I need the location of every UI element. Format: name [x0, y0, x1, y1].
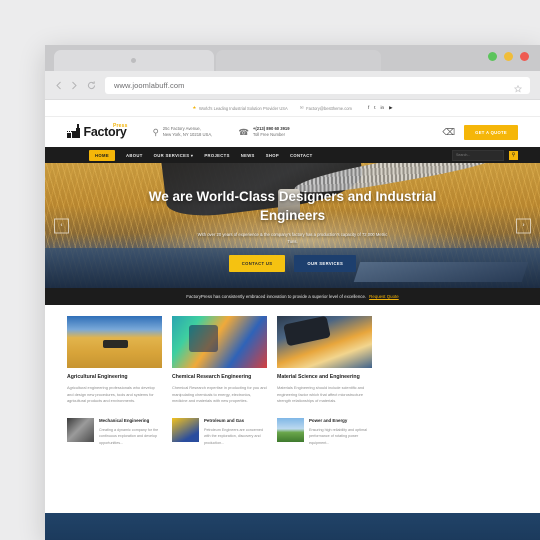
website-viewport: ★ World's Leading Industrial Solution Pr…: [45, 100, 540, 540]
window-minimize-dot[interactable]: [488, 52, 497, 61]
tagline-block: ★ World's Leading Industrial Solution Pr…: [192, 104, 288, 111]
service-mini-card[interactable]: Petroleum and Gas Petroleum Engineers ar…: [172, 418, 267, 446]
factory-icon: [67, 124, 81, 139]
service-card[interactable]: Material Science and Engineering Materia…: [277, 316, 372, 405]
forward-icon[interactable]: [71, 81, 78, 90]
gears-workers-image: [67, 418, 94, 443]
tab-favicon: [130, 58, 136, 63]
service-card-body: Materials Engineering should include sci…: [277, 384, 365, 404]
service-card-title: Material Science and Engineering: [277, 374, 360, 380]
service-mini-title: Power and Energy: [309, 418, 348, 424]
window-maximize-dot[interactable]: [504, 52, 513, 61]
phone-caption: Toll Free Number: [252, 132, 286, 137]
nav-item-our-services-label: OUR SERVICES: [153, 152, 190, 158]
nav-item-about[interactable]: ABOUT: [126, 153, 143, 158]
laser-cutting-image: [277, 316, 372, 368]
nav-item-projects[interactable]: PROJECTS: [204, 153, 229, 158]
browser-toolbar: www.joomlabuff.com: [45, 71, 540, 100]
window-controls: [488, 52, 529, 61]
twitter-icon[interactable]: t: [374, 105, 375, 111]
search-input[interactable]: Search...: [452, 149, 504, 161]
star-icon[interactable]: [513, 80, 523, 98]
browser-tab-active[interactable]: [54, 50, 214, 71]
site-header: Factory Press ⚲ 25c Factory Avenue, New …: [45, 117, 540, 147]
service-card[interactable]: Agricultural Engineering Agricultural en…: [67, 316, 162, 405]
chemistry-lab-image: [172, 316, 267, 368]
browser-nav-buttons: [55, 80, 96, 90]
email-text: Factory@besttheme.com: [306, 105, 352, 111]
service-mini-body: Petroleum Engineers are concerned with t…: [204, 427, 264, 445]
address-line-2: New York, NY 10218 USA,: [162, 132, 213, 137]
services-section: Agricultural Engineering Agricultural en…: [45, 305, 540, 446]
service-mini-body: Ensuring high reliability and optimal pe…: [309, 427, 368, 445]
petroleum-refinery-image: [172, 418, 199, 443]
nav-items: HOME ABOUT OUR SERVICES ▾ PROJECTS NEWS …: [89, 149, 313, 161]
services-row-bottom: Mechanical Engineering Creating a dynami…: [67, 418, 518, 446]
slider-next-arrow-icon[interactable]: ›: [516, 218, 531, 233]
notice-text: FactoryPress has consistently embraced i…: [186, 294, 367, 299]
get-a-quote-button[interactable]: GET A QUOTE: [464, 124, 518, 140]
hero-content: We are World-Class Designers and Industr…: [45, 163, 540, 288]
slider-prev-arrow-icon[interactable]: ‹: [54, 218, 69, 233]
header-address: ⚲ 25c Factory Avenue, New York, NY 10218…: [153, 126, 213, 138]
our-services-button[interactable]: OUR SERVICES: [294, 255, 357, 273]
map-pin-icon: ⚲: [152, 126, 159, 137]
nav-item-shop[interactable]: SHOP: [266, 153, 279, 158]
envelope-icon: ✉: [299, 104, 304, 110]
search-icon[interactable]: ⚲: [509, 150, 518, 160]
window-close-dot[interactable]: [520, 52, 529, 61]
screenshot-stage: www.joomlabuff.com ★ World's Leading Ind…: [0, 0, 540, 540]
youtube-icon[interactable]: ▶: [389, 105, 393, 111]
nav-item-contact[interactable]: CONTACT: [290, 153, 313, 158]
nav-item-our-services[interactable]: OUR SERVICES ▾: [154, 153, 194, 158]
main-navigation: HOME ABOUT OUR SERVICES ▾ PROJECTS NEWS …: [45, 147, 540, 163]
reload-icon[interactable]: [87, 80, 96, 90]
nav-item-home[interactable]: HOME: [89, 149, 115, 161]
service-card-title: Chemical Research Engineering: [172, 374, 252, 380]
wheat-harvester-image: [67, 316, 162, 368]
service-mini-card[interactable]: Mechanical Engineering Creating a dynami…: [67, 418, 162, 446]
cart-icon[interactable]: ⌫: [442, 127, 455, 137]
services-row-top: Agricultural Engineering Agricultural en…: [67, 316, 518, 405]
site-footer: [45, 513, 540, 540]
notice-bar: FactoryPress has consistently embraced i…: [45, 288, 540, 305]
hero-slider: We are World-Class Designers and Industr…: [45, 163, 540, 288]
tagline-text: World's Leading Industrial Solution Prov…: [199, 105, 288, 111]
logo-superscript: Press: [112, 123, 128, 130]
url-bar[interactable]: www.joomlabuff.com: [105, 76, 530, 94]
service-mini-title: Petroleum and Gas: [204, 418, 245, 424]
nav-item-news[interactable]: NEWS: [241, 153, 255, 158]
chevron-down-icon: ▾: [190, 152, 194, 158]
back-icon[interactable]: [55, 81, 62, 90]
nav-search: Search... ⚲: [452, 149, 518, 161]
linkedin-icon[interactable]: in: [381, 105, 385, 111]
browser-window: www.joomlabuff.com ★ World's Leading Ind…: [45, 45, 540, 540]
browser-tab-strip: [45, 45, 540, 71]
service-card-title: Agricultural Engineering: [67, 374, 128, 380]
tag-icon: ★: [192, 104, 197, 110]
service-mini-body: Creating a dynamic company for the conti…: [99, 427, 159, 445]
url-text: www.joomlabuff.com: [114, 80, 185, 90]
facebook-icon[interactable]: f: [368, 105, 369, 111]
hero-buttons: CONTACT US OUR SERVICES: [228, 255, 357, 273]
service-card[interactable]: Chemical Research Engineering Chemical R…: [172, 316, 267, 405]
contact-us-button[interactable]: CONTACT US: [228, 255, 286, 273]
service-mini-title: Mechanical Engineering: [99, 418, 150, 424]
social-links: f t in ▶: [368, 105, 393, 111]
phone-icon: ☎: [238, 126, 249, 137]
browser-tab-inactive[interactable]: [216, 50, 381, 71]
request-quote-link[interactable]: Request Quote: [369, 294, 399, 299]
hero-heading: We are World-Class Designers and Industr…: [148, 189, 437, 223]
service-card-body: Agricultural engineering professionals w…: [67, 384, 155, 404]
email-block[interactable]: ✉ Factory@besttheme.com: [299, 104, 352, 111]
header-actions: ⌫ GET A QUOTE: [442, 124, 518, 140]
header-phone[interactable]: ☎ +(213) 890 60 3919 Toll Free Number: [238, 126, 289, 138]
hero-subtext: With over 20 years of experience & the c…: [197, 232, 388, 245]
power-field-image: [277, 418, 304, 443]
service-mini-card[interactable]: Power and Energy Ensuring high reliabili…: [277, 418, 372, 446]
service-card-body: Chemical Research expertise in productin…: [172, 384, 267, 404]
site-logo[interactable]: Factory Press: [67, 123, 128, 139]
utility-top-bar: ★ World's Leading Industrial Solution Pr…: [45, 100, 540, 117]
